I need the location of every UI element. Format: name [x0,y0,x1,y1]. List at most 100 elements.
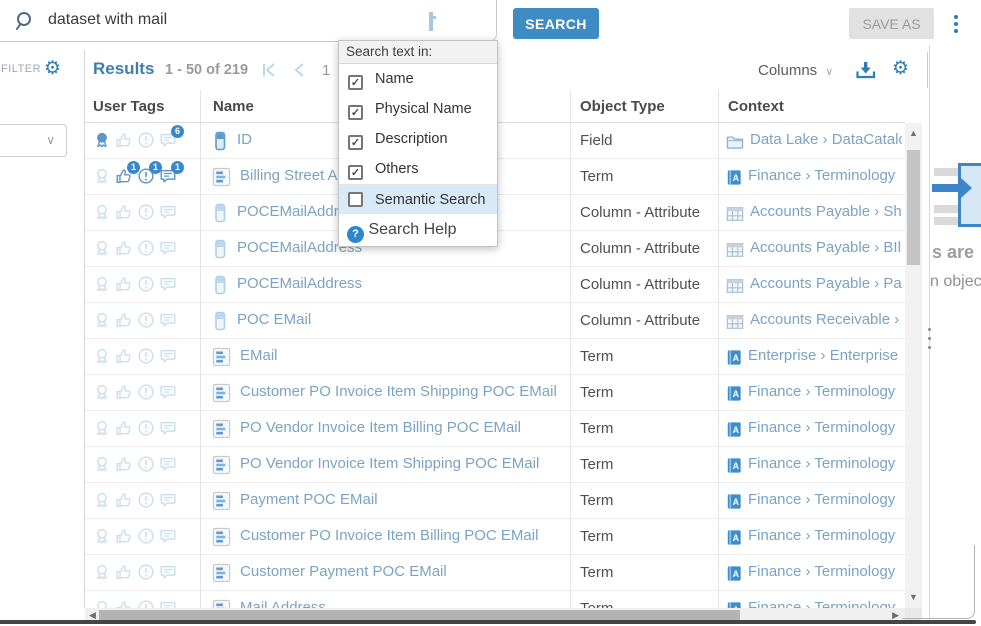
object-name-link[interactable]: ID [237,131,252,148]
object-name-link[interactable]: Payment POC EMail [240,491,378,508]
save-as-button[interactable]: SAVE AS [849,8,934,39]
object-name-link[interactable]: Customer Payment POC EMail [240,563,447,580]
context-link[interactable]: Accounts Receivable › PO [750,311,902,328]
scroll-up-icon[interactable]: ▲ [909,129,918,138]
context-link[interactable]: Finance › Terminology [748,419,895,436]
name-cell[interactable]: POCEMailAddress [212,275,562,296]
thumbs-up-icon[interactable] [115,383,133,401]
name-cell[interactable]: Payment POC EMail [212,491,562,512]
endorsement-icon[interactable] [93,383,111,401]
context-link[interactable]: Accounts Payable › BIlling [750,239,902,256]
object-name-link[interactable]: EMail [240,347,278,364]
context-cell[interactable]: AFinance › Terminology [726,563,902,584]
comment-icon[interactable] [159,275,177,293]
comment-icon[interactable] [159,383,177,401]
context-cell[interactable]: AFinance › Terminology [726,455,902,476]
thumbs-up-icon[interactable] [115,131,133,149]
warning-icon[interactable] [137,203,155,221]
context-cell[interactable]: AFinance › Terminology [726,419,902,440]
comment-icon[interactable] [159,311,177,329]
name-cell[interactable]: PO Vendor Invoice Item Shipping POC EMai… [212,455,562,476]
warning-icon[interactable] [137,383,155,401]
thumbs-up-icon[interactable] [115,347,133,365]
more-options-kebab-icon[interactable] [948,12,964,40]
context-cell[interactable]: Accounts Payable › BIlling [726,239,902,260]
table-row[interactable]: POCEMailAddressColumn - AttributeAccount… [85,267,905,303]
object-name-link[interactable]: POC EMail [237,311,311,328]
name-cell[interactable]: PO Vendor Invoice Item Billing POC EMail [212,419,562,440]
name-cell[interactable]: POC EMail [212,311,562,332]
name-cell[interactable]: Customer Payment POC EMail [212,563,562,584]
object-name-link[interactable]: PO Vendor Invoice Item Shipping POC EMai… [240,455,539,472]
object-name-link[interactable]: Customer PO Invoice Item Shipping POC EM… [240,383,557,400]
endorsement-icon[interactable] [93,131,111,149]
context-cell[interactable]: AFinance › Terminology [726,167,902,188]
warning-icon[interactable] [137,491,155,509]
panel-splitter-handle[interactable] [925,328,933,354]
object-name-link[interactable]: Mail Address [240,599,326,608]
warning-icon[interactable] [137,527,155,545]
context-link[interactable]: Finance › Terminology [748,491,895,508]
header-name[interactable]: Name [213,98,254,115]
endorsement-icon[interactable] [93,455,111,473]
checkbox-icon[interactable] [348,192,363,207]
thumbs-up-icon[interactable] [115,599,133,608]
filter-select[interactable]: ∨ [0,124,67,157]
warning-icon[interactable] [137,275,155,293]
endorsement-icon[interactable] [93,599,111,608]
endorsement-icon[interactable] [93,275,111,293]
header-context[interactable]: Context [728,98,784,115]
search-in-option-physical-name[interactable]: ✓Physical Name [339,94,497,124]
context-link[interactable]: Enterprise › Enterprise Co [748,347,902,364]
thumbs-up-icon[interactable] [115,239,133,257]
search-in-option-others[interactable]: ✓Others [339,154,497,184]
search-in-option-semantic-search[interactable]: Semantic Search [339,184,497,214]
context-link[interactable]: Data Lake › DataCatalogi [750,131,902,148]
endorsement-icon[interactable] [93,491,111,509]
warning-icon[interactable] [137,455,155,473]
endorsement-icon[interactable] [93,527,111,545]
table-row[interactable]: Customer Payment POC EMailTermAFinance ›… [85,555,905,591]
warning-icon[interactable] [137,599,155,608]
warning-icon[interactable] [137,239,155,257]
table-row[interactable]: POC EMailColumn - AttributeAccounts Rece… [85,303,905,339]
context-link[interactable]: Accounts Payable › Payme [750,275,902,292]
scroll-right-icon[interactable]: ▶ [892,611,899,620]
thumbs-up-icon[interactable] [115,563,133,581]
comment-icon[interactable] [159,563,177,581]
comment-icon[interactable] [159,491,177,509]
name-cell[interactable]: Mail Address [212,599,562,608]
name-cell[interactable]: Customer PO Invoice Item Billing POC EMa… [212,527,562,548]
thumbs-up-icon[interactable] [115,455,133,473]
checkbox-checked-icon[interactable]: ✓ [348,135,363,150]
comment-icon[interactable]: 1 [159,167,177,185]
warning-icon[interactable] [137,563,155,581]
checkbox-checked-icon[interactable]: ✓ [348,165,363,180]
table-row[interactable]: Customer PO Invoice Item Billing POC EMa… [85,519,905,555]
context-cell[interactable]: Accounts Payable › Payme [726,275,902,296]
object-name-link[interactable]: POCEMailAddress [237,275,362,292]
endorsement-icon[interactable] [93,167,111,185]
header-object-type[interactable]: Object Type [580,98,665,115]
search-in-option-name[interactable]: ✓Name [339,64,497,94]
context-cell[interactable]: AFinance › Terminology [726,383,902,404]
context-link[interactable]: Finance › Terminology [748,599,895,608]
warning-icon[interactable] [137,419,155,437]
object-name-link[interactable]: PO Vendor Invoice Item Billing POC EMail [240,419,521,436]
table-row[interactable]: Payment POC EMailTermAFinance › Terminol… [85,483,905,519]
page-number[interactable]: 1 [322,62,330,79]
endorsement-icon[interactable] [93,239,111,257]
vertical-scrollbar[interactable]: ▲ ▼ [905,123,922,608]
name-cell[interactable]: Customer PO Invoice Item Shipping POC EM… [212,383,562,404]
context-link[interactable]: Finance › Terminology [748,383,895,400]
compact-view-toggle-icon[interactable] [429,13,441,31]
warning-icon[interactable] [137,311,155,329]
thumbs-up-icon[interactable]: 1 [115,167,133,185]
context-cell[interactable]: Accounts Receivable › PO [726,311,902,332]
warning-icon[interactable] [137,347,155,365]
warning-icon[interactable] [137,131,155,149]
columns-dropdown[interactable]: Columns∨ [758,62,833,79]
thumbs-up-icon[interactable] [115,419,133,437]
filter-gear-icon[interactable]: ⚙ [44,59,61,78]
table-row[interactable]: Customer PO Invoice Item Shipping POC EM… [85,375,905,411]
